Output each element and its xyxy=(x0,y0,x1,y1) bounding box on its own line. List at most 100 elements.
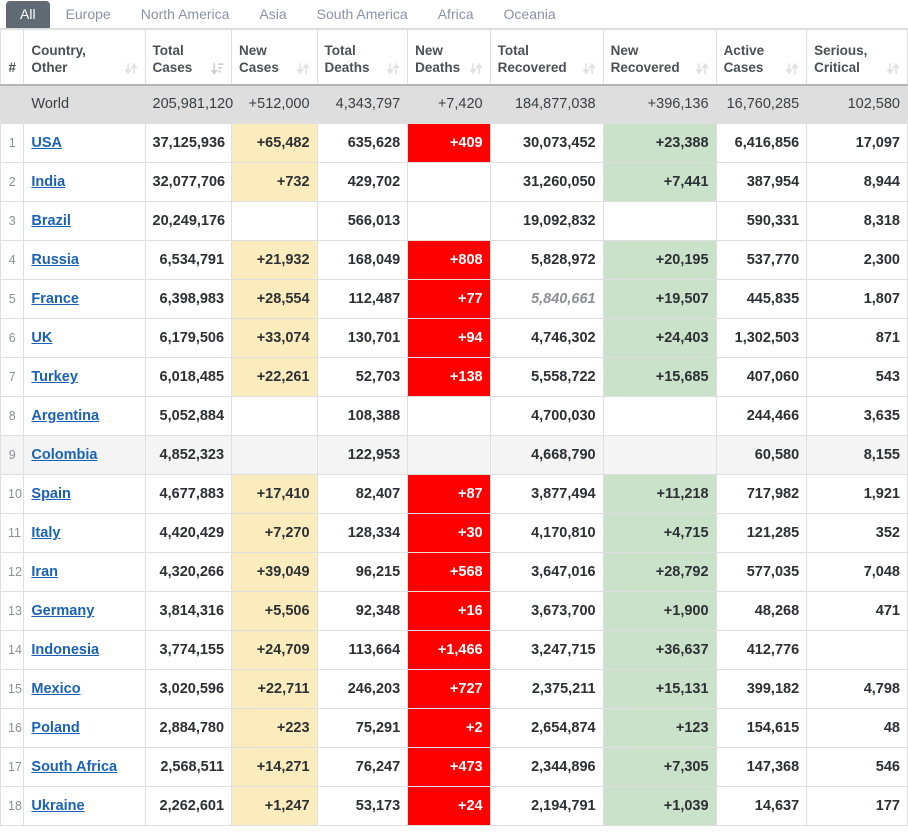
continent-tab-north-america[interactable]: North America xyxy=(127,1,244,28)
country-link[interactable]: Turkey xyxy=(31,369,77,385)
country-link[interactable]: France xyxy=(31,291,79,307)
table-row[interactable]: 2 India 32,077,706 +732 429,702 31,260,050 +7,… xyxy=(0,162,908,202)
table-row[interactable]: 1 USA 37,125,936 +65,482 635,628 +409 30,073,4… xyxy=(0,123,908,163)
continent-tab-oceania[interactable]: Oceania xyxy=(490,1,570,28)
table-row[interactable]: 11 Italy 4,420,429 +7,270 128,334 +30 4,170,81… xyxy=(0,513,908,553)
column-header-serious_critical[interactable]: Serious, Critical xyxy=(806,29,908,86)
cell-total-deaths: 130,701 xyxy=(316,318,409,358)
column-header-active_cases[interactable]: Active Cases xyxy=(715,29,808,86)
cell-active-cases: 48,268 xyxy=(715,591,808,631)
row-country-cell[interactable]: Spain xyxy=(23,474,146,514)
column-header-line1: Total xyxy=(324,42,356,58)
column-header-rank[interactable]: # xyxy=(0,29,25,86)
cell-active-cases: 147,368 xyxy=(715,747,808,787)
continent-tab-south-america[interactable]: South America xyxy=(303,1,422,28)
cell-new-cases: +65,482 xyxy=(231,123,318,163)
table-row[interactable]: 3 Brazil 20,249,176 566,013 19,092,832 590,33… xyxy=(0,201,908,241)
table-row[interactable]: 9 Colombia 4,852,323 122,953 4,668,790 60,580… xyxy=(0,435,908,475)
row-country-cell[interactable]: Poland xyxy=(23,708,146,748)
table-row[interactable]: 13 Germany 3,814,316 +5,506 92,348 +16 3,673,7… xyxy=(0,591,908,631)
row-country-cell[interactable]: South Africa xyxy=(23,747,146,787)
cell-active-cases: 60,580 xyxy=(715,435,808,475)
country-link[interactable]: Iran xyxy=(31,564,58,580)
row-rank: 6 xyxy=(0,318,25,358)
column-header-total_recovered[interactable]: Total Recovered xyxy=(489,29,604,86)
row-country-cell[interactable]: Indonesia xyxy=(23,630,146,670)
table-row[interactable]: 5 France 6,398,983 +28,554 112,487 +77 5,840,6… xyxy=(0,279,908,319)
cell-active-cases: 1,302,503 xyxy=(715,318,808,358)
country-link[interactable]: South Africa xyxy=(31,759,117,775)
table-row[interactable]: 12 Iran 4,320,266 +39,049 96,215 +568 3,647,01… xyxy=(0,552,908,592)
table-row[interactable]: 16 Poland 2,884,780 +223 75,291 +2 2,654,874 +1… xyxy=(0,708,908,748)
table-row[interactable]: 15 Mexico 3,020,596 +22,711 246,203 +727 2,375… xyxy=(0,669,908,709)
cell-serious-critical: 352 xyxy=(806,513,908,553)
cell-new-recovered: +396,136 xyxy=(602,84,717,124)
row-country-cell[interactable]: Russia xyxy=(23,240,146,280)
row-country-cell[interactable]: Brazil xyxy=(23,201,146,241)
continent-tab-africa[interactable]: Africa xyxy=(424,1,488,28)
column-header-new_deaths[interactable]: New Deaths xyxy=(407,29,491,86)
row-country-cell[interactable]: India xyxy=(23,162,146,202)
column-header-new_cases[interactable]: New Cases xyxy=(231,29,318,86)
row-country-cell[interactable]: Turkey xyxy=(23,357,146,397)
country-link[interactable]: Mexico xyxy=(31,681,80,697)
cell-new-cases: +24,709 xyxy=(231,630,318,670)
cell-total-deaths: 168,049 xyxy=(316,240,409,280)
sort-neutral-icon xyxy=(387,62,400,76)
cell-new-cases xyxy=(231,201,318,241)
country-link[interactable]: UK xyxy=(31,330,52,346)
row-country-cell[interactable]: USA xyxy=(23,123,146,163)
continent-tab-all[interactable]: All xyxy=(6,1,50,28)
column-header-total_cases[interactable]: Total Cases xyxy=(144,29,233,86)
column-header-line2: Cases xyxy=(152,59,193,75)
country-link[interactable]: Italy xyxy=(31,525,60,541)
cell-new-cases: +22,261 xyxy=(231,357,318,397)
table-row[interactable]: 4 Russia 6,534,791 +21,932 168,049 +808 5,828,… xyxy=(0,240,908,280)
country-link[interactable]: Russia xyxy=(31,252,79,268)
country-link[interactable]: USA xyxy=(31,135,62,151)
row-country-cell[interactable]: France xyxy=(23,279,146,319)
cell-serious-critical: 2,300 xyxy=(806,240,908,280)
country-link[interactable]: Colombia xyxy=(31,447,97,463)
country-link[interactable]: Ukraine xyxy=(31,798,84,814)
row-country-cell[interactable]: Germany xyxy=(23,591,146,631)
row-country-cell[interactable]: Colombia xyxy=(23,435,146,475)
cell-serious-critical: 177 xyxy=(806,786,908,826)
cell-new-recovered: +19,507 xyxy=(602,279,717,319)
table-row[interactable]: 18 Ukraine 2,262,601 +1,247 53,173 +24 2,194,7… xyxy=(0,786,908,826)
table-row[interactable]: 6 UK 6,179,506 +33,074 130,701 +94 4,746,302 +2… xyxy=(0,318,908,358)
row-rank: 17 xyxy=(0,747,25,787)
row-country-cell[interactable]: Argentina xyxy=(23,396,146,436)
row-country-cell[interactable]: Iran xyxy=(23,552,146,592)
row-country-cell[interactable]: UK xyxy=(23,318,146,358)
continent-tab-europe[interactable]: Europe xyxy=(52,1,125,28)
column-header-new_recovered[interactable]: New Recovered xyxy=(602,29,717,86)
cell-new-cases xyxy=(231,396,318,436)
cell-active-cases: 154,615 xyxy=(715,708,808,748)
table-row[interactable]: 10 Spain 4,677,883 +17,410 82,407 +87 3,877,49… xyxy=(0,474,908,514)
country-link[interactable]: Argentina xyxy=(31,408,99,424)
row-country-cell[interactable]: Ukraine xyxy=(23,786,146,826)
row-rank xyxy=(0,84,25,124)
table-row[interactable]: 8 Argentina 5,052,884 108,388 4,700,030 244,4… xyxy=(0,396,908,436)
row-country-cell[interactable]: Mexico xyxy=(23,669,146,709)
country-link[interactable]: Spain xyxy=(31,486,70,502)
table-row[interactable]: 17 South Africa 2,568,511 +14,271 76,247 +473… xyxy=(0,747,908,787)
cell-new-cases xyxy=(231,435,318,475)
column-header-country[interactable]: Country, Other xyxy=(23,29,146,86)
cell-total-recovered: 2,194,791 xyxy=(489,786,604,826)
country-link[interactable]: India xyxy=(31,174,65,190)
table-row[interactable]: 7 Turkey 6,018,485 +22,261 52,703 +138 5,558,7… xyxy=(0,357,908,397)
row-rank: 18 xyxy=(0,786,25,826)
cell-total-cases: 6,018,485 xyxy=(144,357,233,397)
continent-tab-asia[interactable]: Asia xyxy=(245,1,300,28)
row-rank: 12 xyxy=(0,552,25,592)
country-link[interactable]: Germany xyxy=(31,603,94,619)
country-link[interactable]: Poland xyxy=(31,720,79,736)
row-country-cell[interactable]: Italy xyxy=(23,513,146,553)
column-header-line2: Recovered xyxy=(497,59,567,75)
table-row[interactable]: 14 Indonesia 3,774,155 +24,709 113,664 +1,466… xyxy=(0,630,908,670)
country-link[interactable]: Brazil xyxy=(31,213,71,229)
country-link[interactable]: Indonesia xyxy=(31,642,99,658)
column-header-total_deaths[interactable]: Total Deaths xyxy=(316,29,409,86)
